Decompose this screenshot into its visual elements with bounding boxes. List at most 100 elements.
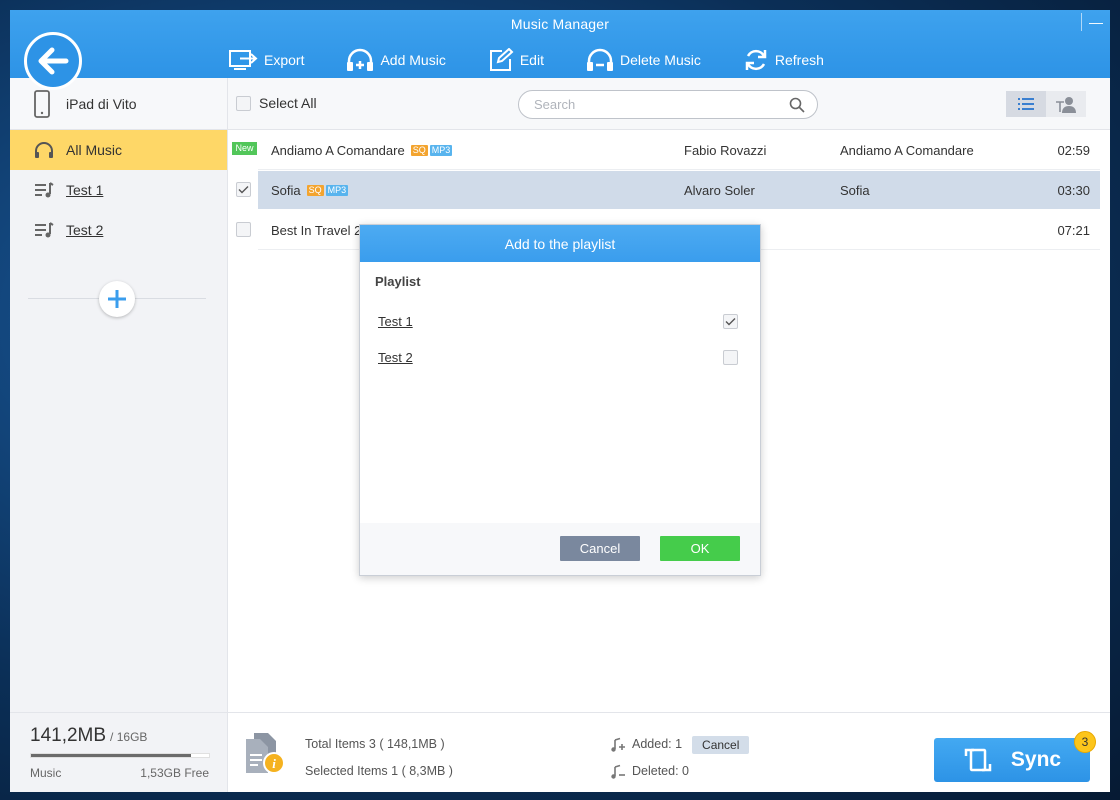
storage-bar-fill xyxy=(31,754,192,757)
item-summary: Total Items 3 ( 148,1MB ) Selected Items… xyxy=(305,731,453,785)
pending-changes: Added: 1 Cancel Deleted: 0 xyxy=(610,731,750,785)
track-artist: Fabio Rovazzi xyxy=(684,142,767,158)
add-playlist-button[interactable] xyxy=(99,281,135,317)
deleted-count: Deleted: 0 xyxy=(632,764,689,778)
window-controls: — xyxy=(1081,10,1110,34)
storage-bar xyxy=(30,753,210,758)
track-title: Best In Travel 20 xyxy=(271,222,369,238)
storage-panel: 141,2MB/ 16GB Music 1,53GB Free xyxy=(10,713,228,792)
app-window: Music Manager — Export Add Music Edit De… xyxy=(10,10,1110,792)
added-count: Added: 1 xyxy=(632,737,683,751)
sidebar-item-test-1[interactable]: Test 1 xyxy=(10,170,227,210)
export-label: Export xyxy=(264,52,305,68)
search-box[interactable] xyxy=(518,90,818,119)
select-all-checkbox[interactable] xyxy=(236,95,251,111)
cancel-changes-button[interactable]: Cancel xyxy=(692,735,750,754)
tablet-icon xyxy=(34,89,50,118)
new-tag: New xyxy=(232,142,257,155)
table-row[interactable]: Sofia SQ MP3 Alvaro Soler Sofia 03:30 xyxy=(228,170,1110,210)
delete-music-button[interactable]: Delete Music xyxy=(586,46,701,74)
playlist-option-test-2[interactable]: Test 2 xyxy=(378,347,738,367)
music-add-icon xyxy=(611,737,625,752)
storage-capacity: / 16GB xyxy=(110,730,148,744)
list-view-icon xyxy=(1018,98,1034,110)
list-view-button[interactable] xyxy=(1006,91,1046,117)
refresh-icon xyxy=(745,49,767,71)
headphones-remove-icon xyxy=(586,48,613,71)
refresh-label: Refresh xyxy=(774,52,824,68)
track-title-cell: Sofia SQ MP3 xyxy=(271,170,349,210)
back-button[interactable] xyxy=(24,32,82,90)
music-remove-icon xyxy=(611,764,625,779)
sidebar-item-label: Test 1 xyxy=(66,182,104,198)
checkmark-icon xyxy=(238,186,249,194)
track-title-cell: Andiamo A Comandare SQ MP3 xyxy=(271,130,453,170)
delete-music-label: Delete Music xyxy=(619,52,701,68)
track-title-cell: Best In Travel 20 xyxy=(271,210,369,250)
dialog-section-label: Playlist xyxy=(375,274,421,289)
dialog-footer: Cancel OK xyxy=(360,523,760,575)
sidebar: iPad di Vito All Music Test 1 Test 2 xyxy=(10,78,228,712)
track-duration: 07:21 xyxy=(1057,222,1090,238)
mp3-badge: MP3 xyxy=(429,144,453,156)
headphones-add-icon xyxy=(347,48,374,71)
sidebar-item-label: Test 2 xyxy=(66,222,104,238)
sync-icon xyxy=(964,748,992,772)
dialog-title: Add to the playlist xyxy=(504,235,616,252)
dialog-header: Add to the playlist xyxy=(360,225,760,262)
playlist-option-label: Test 1 xyxy=(378,313,413,329)
file-info-icon: i xyxy=(246,733,285,774)
table-row[interactable]: New Andiamo A Comandare SQ MP3 Fabio Rov… xyxy=(228,130,1110,170)
track-title: Sofia xyxy=(271,182,301,198)
track-artist: Alvaro Soler xyxy=(684,182,755,198)
mp3-badge: MP3 xyxy=(325,184,349,196)
export-icon xyxy=(229,50,258,70)
sq-badge: SQ xyxy=(410,144,428,156)
search-icon[interactable] xyxy=(789,97,805,113)
storage-category-label: Music xyxy=(30,766,62,780)
refresh-button[interactable]: Refresh xyxy=(743,46,824,74)
sq-badge: SQ xyxy=(306,184,324,196)
edit-icon xyxy=(489,48,514,71)
sync-label: Sync xyxy=(1010,748,1062,771)
playlist-option-test-1[interactable]: Test 1 xyxy=(378,311,738,331)
cancel-button[interactable]: Cancel xyxy=(560,536,640,561)
sidebar-item-all-music[interactable]: All Music xyxy=(10,130,227,170)
storage-used: 141,2MB/ 16GB xyxy=(30,725,147,747)
storage-used-value: 141,2MB xyxy=(30,725,107,746)
row-checkbox[interactable] xyxy=(236,222,251,237)
edit-label: Edit xyxy=(519,52,544,68)
arrow-left-icon xyxy=(38,47,69,75)
toolbar: Export Add Music Edit Delete Music Refre… xyxy=(228,46,866,74)
header-bar: Music Manager — Export Add Music Edit De… xyxy=(10,10,1110,78)
svg-text:i: i xyxy=(272,756,276,771)
playlist-option-checkbox[interactable] xyxy=(723,349,738,365)
storage-free: 1,53GB Free xyxy=(140,766,209,780)
search-input[interactable] xyxy=(519,97,789,112)
sync-button[interactable]: Sync xyxy=(934,738,1090,782)
select-all-label: Select All xyxy=(259,95,317,111)
artist-view-button[interactable] xyxy=(1046,91,1086,117)
playlist-option-label: Test 2 xyxy=(378,349,413,365)
playlist-icon xyxy=(35,222,54,238)
artist-view-icon xyxy=(1056,97,1076,113)
edit-button[interactable]: Edit xyxy=(488,46,544,74)
playlist-icon xyxy=(35,182,54,198)
status-footer: 141,2MB/ 16GB Music 1,53GB Free i Total … xyxy=(10,712,1110,792)
view-toggle xyxy=(1006,91,1086,117)
ok-button[interactable]: OK xyxy=(660,536,740,561)
list-header: Select All xyxy=(228,78,1110,130)
headphones-icon xyxy=(35,142,53,158)
total-items: Total Items 3 ( 148,1MB ) xyxy=(305,737,445,751)
export-button[interactable]: Export xyxy=(228,46,304,74)
window-title: Music Manager xyxy=(510,16,610,32)
playlist-option-checkbox[interactable] xyxy=(723,313,738,329)
minimize-button[interactable]: — xyxy=(1082,10,1110,34)
row-selection-highlight xyxy=(258,171,1100,209)
device-name: iPad di Vito xyxy=(66,95,137,112)
row-checkbox[interactable] xyxy=(236,182,251,197)
select-all[interactable]: Select All xyxy=(236,95,317,111)
track-album: Andiamo A Comandare xyxy=(840,142,974,158)
sidebar-item-test-2[interactable]: Test 2 xyxy=(10,210,227,250)
add-music-button[interactable]: Add Music xyxy=(346,46,446,74)
